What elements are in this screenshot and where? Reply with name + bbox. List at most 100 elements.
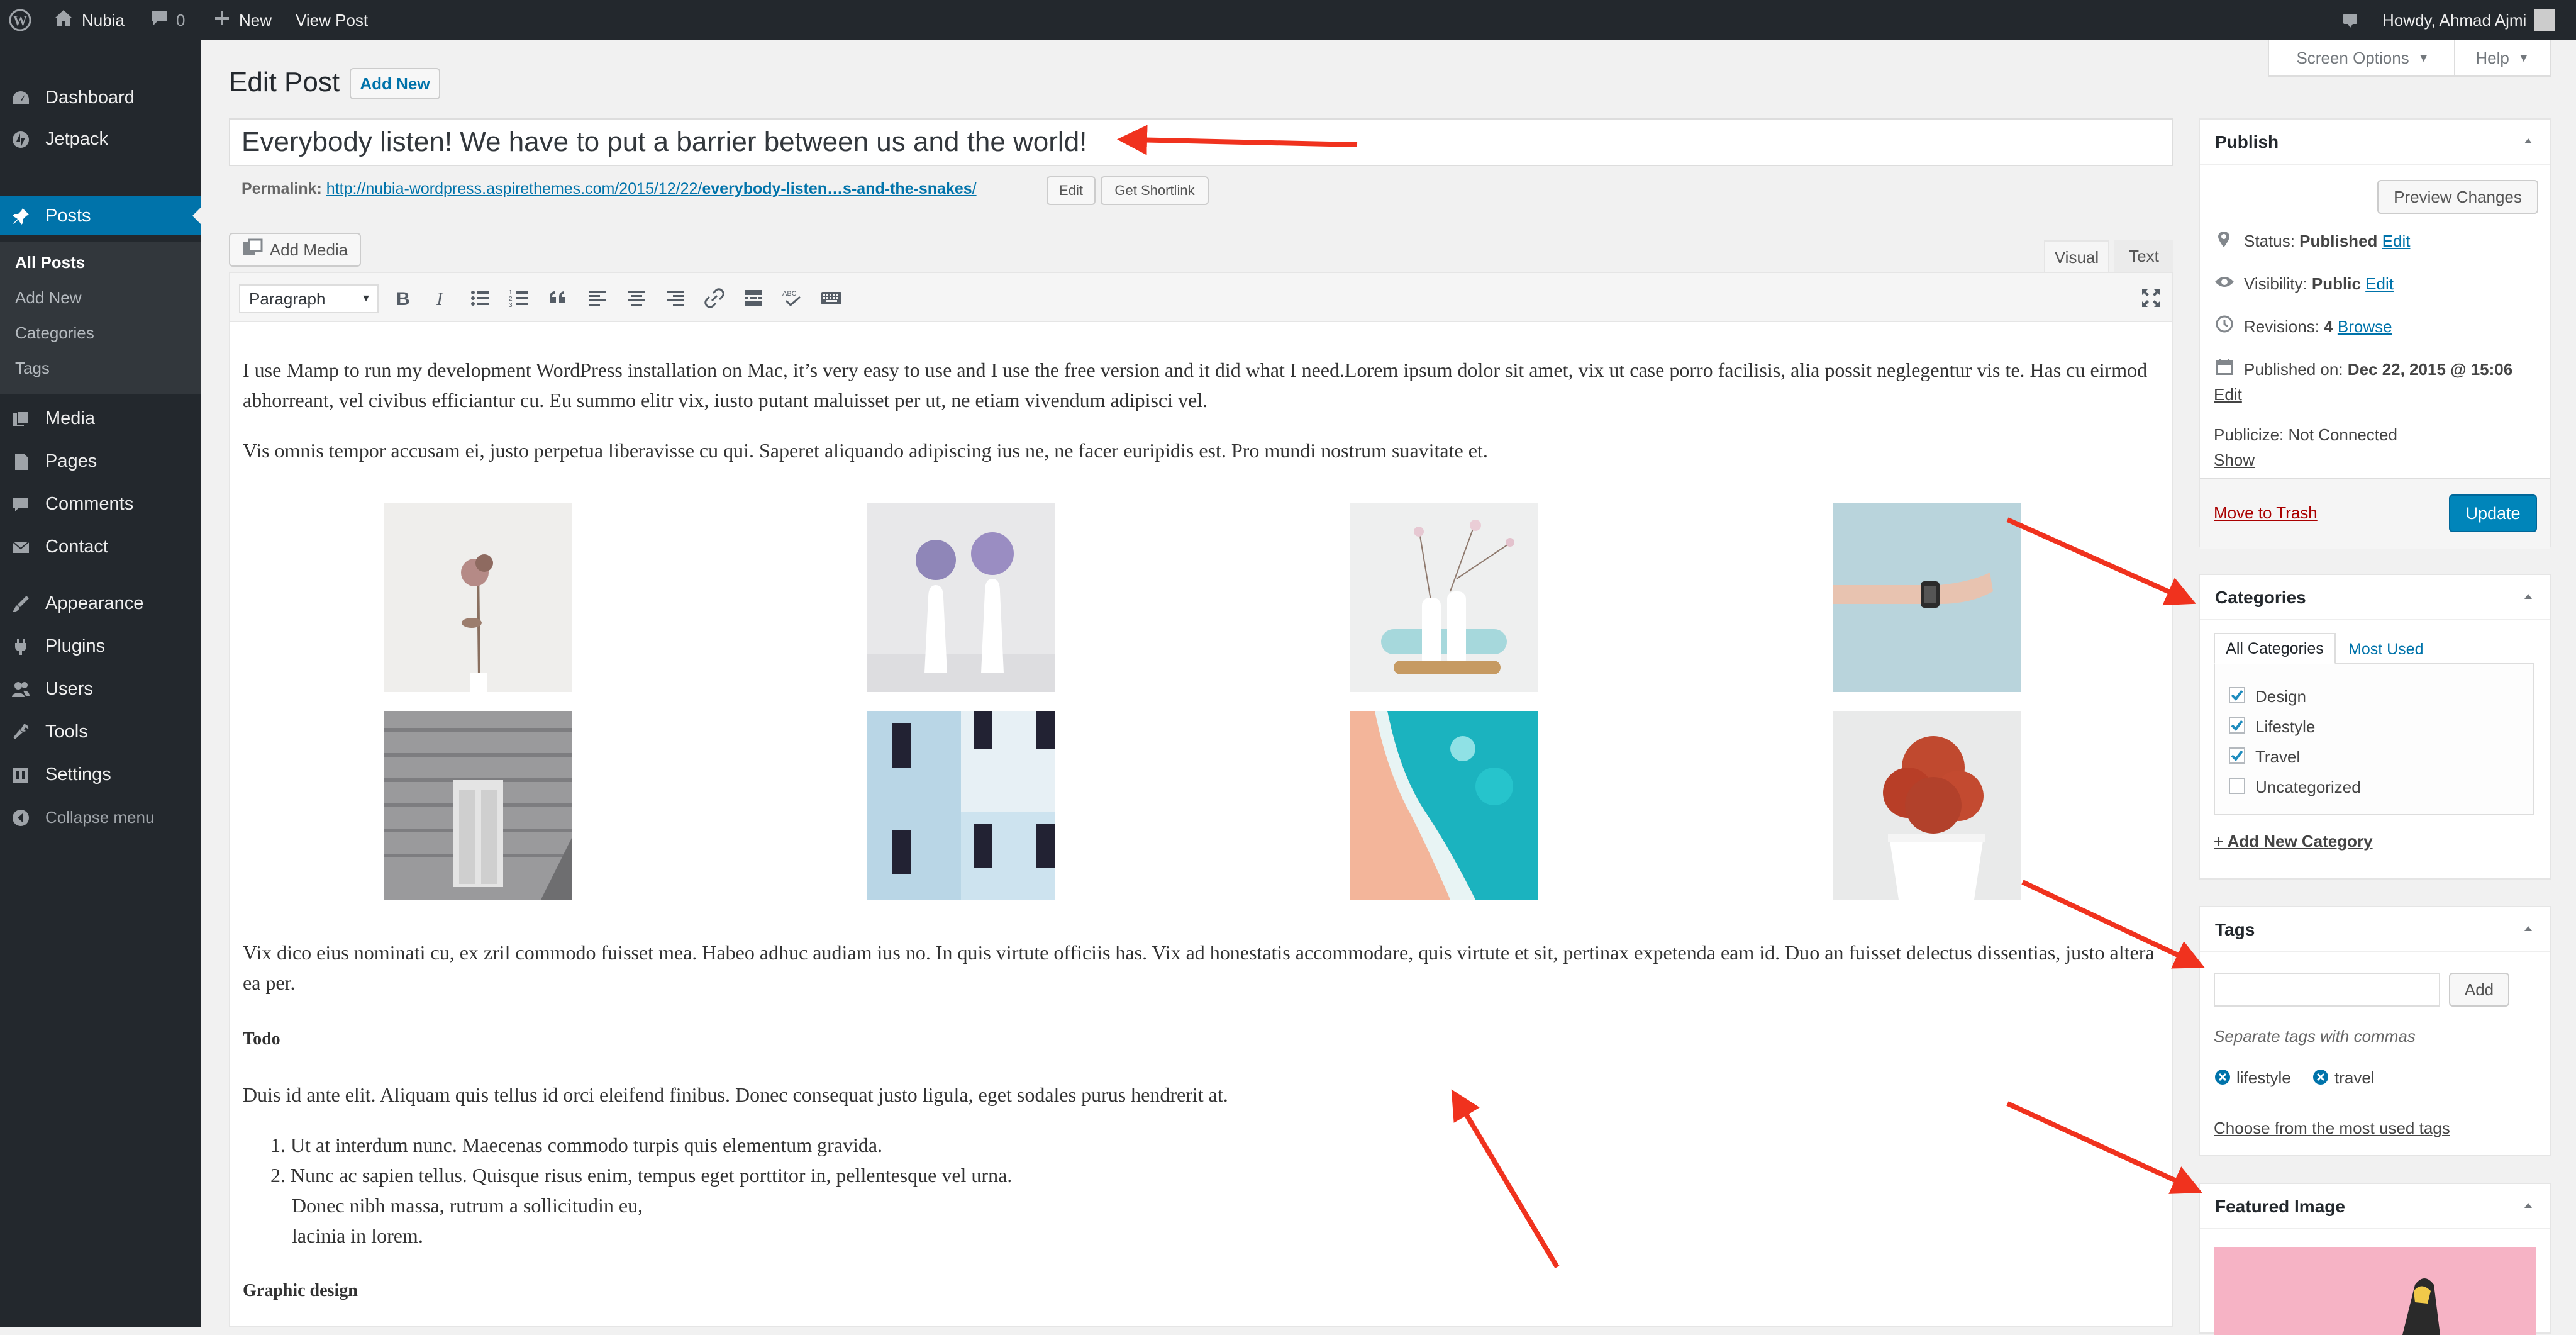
notification-icon[interactable] [2341,0,2360,40]
align-center-icon[interactable] [625,287,648,310]
read-more-icon[interactable] [742,287,765,310]
tab-all-categories[interactable]: All Categories [2214,633,2336,664]
status-label: Status: [2244,232,2295,250]
published-on-edit-link[interactable]: Edit [2214,385,2242,405]
gallery-image-ocean-waves[interactable] [1350,711,1538,900]
align-left-icon[interactable] [586,287,609,310]
view-post-link[interactable]: View Post [296,0,368,40]
fullscreen-icon[interactable] [2140,287,2162,310]
category-checkbox-travel[interactable] [2229,747,2245,764]
numbered-list-icon[interactable]: 123 [508,287,531,310]
sidebar-item-contact[interactable]: Contact [0,527,201,566]
add-tag-button[interactable]: Add [2449,973,2509,1007]
sidebar-item-jetpack[interactable]: Jetpack [0,120,201,159]
add-new-category-link[interactable]: + Add New Category [2214,832,2373,851]
triangle-up-icon[interactable] [2522,922,2534,935]
format-select[interactable]: Paragraph ▼ [239,284,379,313]
permalink-url[interactable]: http://nubia-wordpress.aspirethemes.com/… [326,180,977,198]
gallery-image-dried-flower[interactable] [384,503,572,692]
visibility-edit-link[interactable]: Edit [2365,274,2394,293]
screen-options-button[interactable]: Screen Options ▼ [2268,40,2458,77]
sidebar-item-label: Dashboard [45,87,135,108]
sidebar-item-appearance[interactable]: Appearance [0,584,201,623]
submenu-tags[interactable]: Tags [15,359,50,378]
blockquote-icon[interactable] [547,287,570,310]
edit-permalink-button[interactable]: Edit [1046,176,1096,205]
revisions-icon [2215,315,2234,337]
submenu-all-posts[interactable]: All Posts [15,253,85,272]
gallery-image-red-cactus[interactable] [1833,711,2021,900]
new-content-link[interactable]: New [213,0,272,40]
sidebar-item-pages[interactable]: Pages [0,442,201,481]
submenu-categories[interactable]: Categories [15,323,94,343]
sidebar-item-settings[interactable]: Settings [0,755,201,794]
active-indicator [192,207,201,225]
help-button[interactable]: Help ▼ [2454,40,2551,77]
category-checkbox-design[interactable] [2229,687,2245,703]
triangle-up-icon[interactable] [2522,1199,2534,1212]
status-value: Published [2299,232,2378,250]
content-heading: Todo [243,1029,280,1049]
move-to-trash-link[interactable]: Move to Trash [2214,503,2318,523]
user-account-link[interactable]: Howdy, Ahmad Ajmi [2382,0,2556,40]
tag-input[interactable] [2214,973,2440,1007]
mail-icon [11,538,30,557]
remove-tag-icon[interactable] [2312,1068,2329,1089]
keyboard-icon[interactable] [820,287,843,310]
category-checkbox-uncategorized[interactable] [2229,778,2245,794]
gallery-image-hand-watch[interactable] [1833,503,2021,692]
bold-icon[interactable]: B [391,287,414,310]
get-shortlink-button[interactable]: Get Shortlink [1101,176,1209,205]
triangle-up-icon[interactable] [2522,590,2534,603]
choose-most-used-tags-link[interactable]: Choose from the most used tags [2214,1119,2450,1138]
sidebar-item-media[interactable]: Media [0,399,201,438]
collapse-menu-button[interactable]: Collapse menu [0,798,201,837]
page-title: Edit Post [229,67,340,98]
italic-icon[interactable]: I [430,287,453,310]
publicize-show-link[interactable]: Show [2214,450,2255,470]
bullet-list-icon[interactable] [469,287,492,310]
category-checkbox-lifestyle[interactable] [2229,717,2245,734]
gallery-image-building-door[interactable] [384,711,572,900]
admin-bar: W Nubia 0 New View Post Howdy, Ahmad Ajm… [0,0,2576,40]
gallery-image-blue-building[interactable] [867,711,1055,900]
browse-revisions-link[interactable]: Browse [2338,317,2392,336]
submenu-add-new[interactable]: Add New [15,288,82,308]
tab-text[interactable]: Text [2114,240,2174,272]
sidebar-item-users[interactable]: Users [0,669,201,708]
sidebar-item-label: Jetpack [45,128,108,149]
tags-box-header[interactable]: Tags [2200,907,2550,952]
comments-link[interactable]: 0 [150,0,185,40]
wordpress-logo-icon[interactable]: W [9,0,31,40]
sidebar-item-posts[interactable]: Posts [0,196,201,235]
triangle-down-icon: ▼ [2418,51,2429,64]
sidebar-item-tools[interactable]: Tools [0,712,201,751]
categories-box-header[interactable]: Categories [2200,575,2550,620]
update-button[interactable]: Update [2449,494,2537,532]
status-edit-link[interactable]: Edit [2382,232,2411,250]
preview-changes-button[interactable]: Preview Changes [2377,180,2538,214]
featured-image-box-header[interactable]: Featured Image [2200,1184,2550,1229]
sidebar-item-plugins[interactable]: Plugins [0,627,201,666]
sidebar-item-dashboard[interactable]: Dashboard [0,78,201,117]
remove-tag-icon[interactable] [2214,1068,2231,1089]
post-title-input[interactable]: Everybody listen! We have to put a barri… [229,118,2174,166]
align-right-icon[interactable] [664,287,687,310]
permalink-url-suffix: / [972,180,977,198]
site-name-link[interactable]: Nubia [53,0,125,40]
add-new-post-button[interactable]: Add New [350,68,440,99]
visibility-value: Public [2311,274,2361,293]
featured-image-thumbnail[interactable] [2214,1247,2536,1335]
tab-visual[interactable]: Visual [2044,240,2109,273]
gallery-image-vases-purple-flowers[interactable] [867,503,1055,692]
spellcheck-icon[interactable]: ABC [781,287,804,310]
add-media-button[interactable]: Add Media [229,233,361,267]
link-icon[interactable] [703,287,726,310]
visibility-row: Visibility: Public Edit [2244,274,2394,294]
triangle-up-icon[interactable] [2522,135,2534,147]
tab-most-used[interactable]: Most Used [2348,640,2423,659]
tags-hint: Separate tags with commas [2214,1027,2416,1046]
sidebar-item-comments[interactable]: Comments [0,484,201,523]
publish-box-header[interactable]: Publish [2200,120,2550,165]
gallery-image-vases-blossom[interactable] [1350,503,1538,692]
